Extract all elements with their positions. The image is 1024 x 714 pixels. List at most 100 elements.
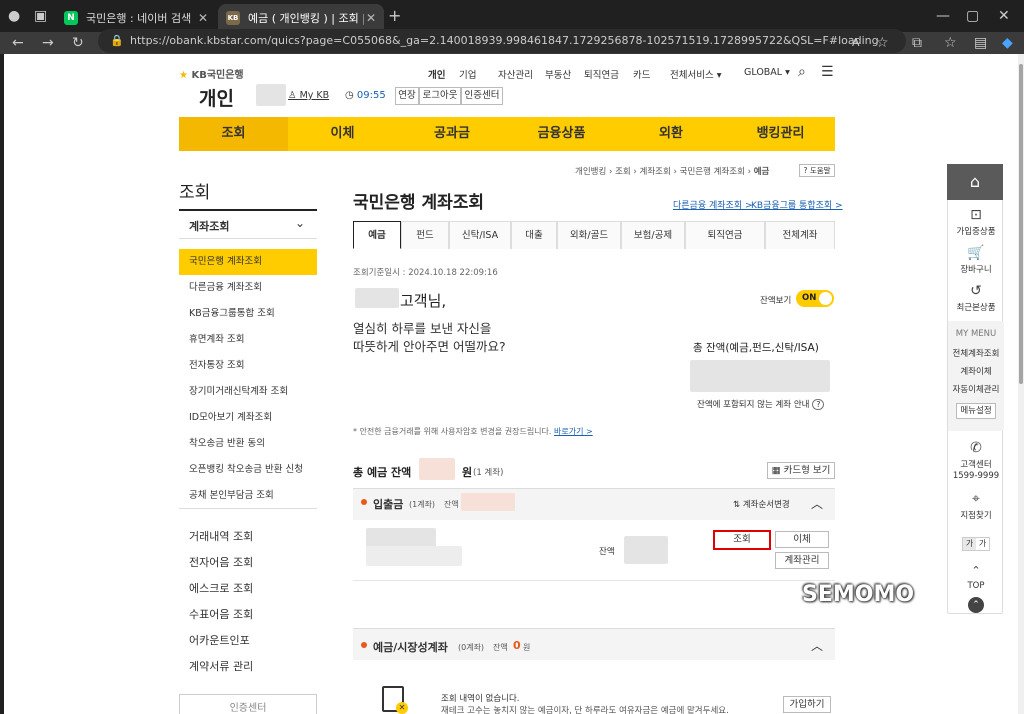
collections-icon[interactable]: ▤	[974, 35, 987, 51]
menu-setting-button[interactable]: 메뉴설정	[956, 403, 996, 419]
close-icon[interactable]: ✕	[198, 11, 208, 25]
page-scrollbar[interactable]	[1018, 54, 1024, 714]
demand-deposit-header[interactable]: 입출금 (1계좌) 잔액 ⇅ 계좌순서변경 ︿	[353, 488, 835, 520]
sidebar-item-transactions[interactable]: 거래내역 조회	[189, 528, 253, 544]
savings-header[interactable]: 예금/시장성계좌 (0계좌) 잔액 0 원 ︿	[353, 628, 835, 660]
cert-center-button[interactable]: 인증센터	[461, 87, 503, 105]
sidebar-item-e-passbook[interactable]: 전자통장 조회	[179, 353, 317, 379]
gnb-inquiry[interactable]: 조회	[179, 117, 288, 151]
gnb-bills[interactable]: 공과금	[397, 117, 507, 151]
mymenu-item[interactable]: 자동이체관리	[948, 383, 1004, 395]
tab-deposit[interactable]: 예금	[353, 221, 401, 249]
mymenu-item[interactable]: 전체계좌조회	[948, 347, 1004, 359]
new-tab-icon[interactable]: +	[388, 8, 401, 24]
sidebar-item-contracts[interactable]: 계약서류 관리	[189, 658, 253, 674]
top-link-global[interactable]: GLOBAL ▾	[744, 67, 790, 78]
mykb-link[interactable]: ♙ My KB	[288, 90, 329, 101]
sidebar-cert-button[interactable]: 인증센터	[179, 694, 317, 714]
gnb-forex[interactable]: 외환	[616, 117, 726, 151]
sidebar-item-bond[interactable]: 공채 본인부담금 조회	[179, 483, 317, 509]
close-window-icon[interactable]: ✕	[998, 8, 1010, 24]
sidebar-item-openbanking[interactable]: 오픈뱅킹 착오송금 반환 신청	[179, 457, 317, 483]
minimize-icon[interactable]: —	[936, 8, 950, 24]
maximize-icon[interactable]: ▢	[966, 8, 979, 24]
sidebar-item-trust[interactable]: 장기미거래신탁계좌 조회	[179, 379, 317, 405]
sidebar-item-kb-group[interactable]: KB금융그룹통합 조회	[179, 301, 317, 327]
order-change-button[interactable]: ⇅ 계좌순서변경	[733, 498, 790, 510]
font-large-button[interactable]: 가	[976, 538, 989, 550]
gnb-banking-mgmt[interactable]: 뱅킹관리	[726, 117, 835, 151]
gnb-transfer[interactable]: 이체	[288, 117, 397, 151]
tab-loan[interactable]: 대출	[511, 221, 557, 249]
chevron-up-icon[interactable]: ︿	[811, 637, 823, 654]
top-link-business[interactable]: 기업	[459, 67, 476, 81]
extensions-icon[interactable]: ⧉	[912, 35, 922, 51]
font-small-button[interactable]: 가	[963, 538, 976, 550]
rail-customer-center[interactable]: ✆ 고객센터	[948, 440, 1004, 470]
chevron-up-icon[interactable]: ︿	[811, 495, 823, 512]
breadcrumb-item[interactable]: 계좌조회	[640, 167, 671, 177]
tab-forex[interactable]: 외화/골드	[557, 221, 621, 249]
rail-recent[interactable]: ↺ 최근본상품	[948, 283, 1004, 313]
tab-trust[interactable]: 신탁/ISA	[449, 221, 511, 249]
breadcrumb-item[interactable]: 국민은행 계좌조회	[680, 167, 745, 177]
hamburger-menu-icon[interactable]: ☰	[821, 64, 834, 80]
breadcrumb-item[interactable]: 조회	[615, 167, 631, 177]
profile-icon[interactable]: ●	[8, 8, 20, 24]
favorites-bar-icon[interactable]: ☆	[944, 35, 957, 51]
tab-pension[interactable]: 퇴직연금	[685, 221, 765, 249]
rail-my-products[interactable]: ⊡ 가입중상품	[948, 207, 1004, 237]
sidebar-item-escrow[interactable]: 에스크로 조회	[189, 580, 253, 596]
top-link-card[interactable]: 카드	[633, 67, 650, 81]
balance-toggle[interactable]: ON	[796, 290, 834, 307]
tab-actions-icon[interactable]: ▣	[34, 8, 47, 24]
back-icon[interactable]: ←	[12, 35, 24, 51]
gnb-products[interactable]: 금융상품	[507, 117, 616, 151]
copilot-icon[interactable]: ◆	[1002, 35, 1013, 51]
scroll-up-icon[interactable]: ⌃	[968, 597, 984, 613]
sidebar-group-header[interactable]: 계좌조회 ⌄	[179, 209, 317, 239]
sidebar-item-accountinfo[interactable]: 어카운트인포	[189, 632, 250, 648]
kb-group-link[interactable]: KB금융그룹 통합조회 >	[751, 198, 843, 211]
tab-fund[interactable]: 펀드	[401, 221, 449, 249]
excluded-accounts-info[interactable]: 잔액에 포함되지 않는 계좌 안내 ?	[697, 398, 825, 410]
sidebar-item-check[interactable]: 수표어음 조회	[189, 606, 253, 622]
account-manage-button[interactable]: 계좌관리	[775, 552, 829, 569]
mymenu-item[interactable]: 계좌이체	[948, 365, 1004, 377]
top-link-personal[interactable]: 개인	[428, 67, 445, 81]
breadcrumb-item[interactable]: 개인뱅킹	[575, 167, 606, 177]
top-link-realestate[interactable]: 부동산	[545, 67, 571, 81]
favorite-icon[interactable]: ☆	[876, 35, 889, 51]
join-button[interactable]: 가입하기	[783, 696, 831, 713]
sidebar-item-kb-account[interactable]: 국민은행 계좌조회	[179, 249, 317, 275]
top-link-allservice[interactable]: 전체서비스 ▾	[670, 67, 722, 81]
top-link-asset[interactable]: 자산관리	[498, 67, 533, 81]
other-bank-link[interactable]: 다른금융 계좌조회 >	[673, 198, 753, 211]
top-link-pension[interactable]: 퇴직연금	[584, 67, 619, 81]
scrollbar-thumb[interactable]	[1019, 64, 1023, 384]
kb-logo[interactable]: ★ KB국민은행	[179, 66, 244, 81]
tab-all[interactable]: 전체계좌	[765, 221, 835, 249]
logout-button[interactable]: 로그아웃	[419, 87, 461, 105]
rail-cart[interactable]: 🛒 장바구니	[948, 245, 1004, 275]
sidebar-item-other-bank[interactable]: 다른금융 계좌조회	[179, 275, 317, 301]
sidebar-item-e-bill[interactable]: 전자어음 조회	[189, 554, 253, 570]
refresh-icon[interactable]: ↻	[72, 35, 84, 51]
sidebar-item-id-view[interactable]: ID모아보기 계좌조회	[179, 405, 317, 431]
browser-tab-kb[interactable]: KB 예금 ( 개인뱅킹 ) | 조회 | 계좌조회 ✕	[218, 4, 384, 32]
extend-button[interactable]: 연장	[395, 87, 419, 105]
tab-insurance[interactable]: 보험/공제	[621, 221, 685, 249]
inquiry-button[interactable]: 조회	[713, 530, 771, 550]
notice-link[interactable]: 바로가기 >	[554, 427, 593, 436]
search-icon[interactable]: ⌕	[798, 64, 806, 80]
card-view-button[interactable]: ▦ 카드형 보기	[767, 462, 835, 479]
rail-branch[interactable]: ⌖ 지점찾기	[948, 491, 1004, 521]
address-bar[interactable]: 🔒 https://obank.kbstar.com/quics?page=C0…	[98, 29, 906, 53]
forward-icon[interactable]: →	[42, 35, 54, 51]
transfer-button[interactable]: 이체	[775, 531, 829, 548]
read-aloud-icon[interactable]: A	[852, 35, 860, 51]
rail-top[interactable]: ⌃ TOP	[948, 563, 1004, 591]
sidebar-item-dormant[interactable]: 휴면계좌 조회	[179, 327, 317, 353]
close-icon[interactable]: ✕	[366, 11, 376, 25]
sidebar-item-mistransfer[interactable]: 착오송금 반환 동의	[179, 431, 317, 457]
